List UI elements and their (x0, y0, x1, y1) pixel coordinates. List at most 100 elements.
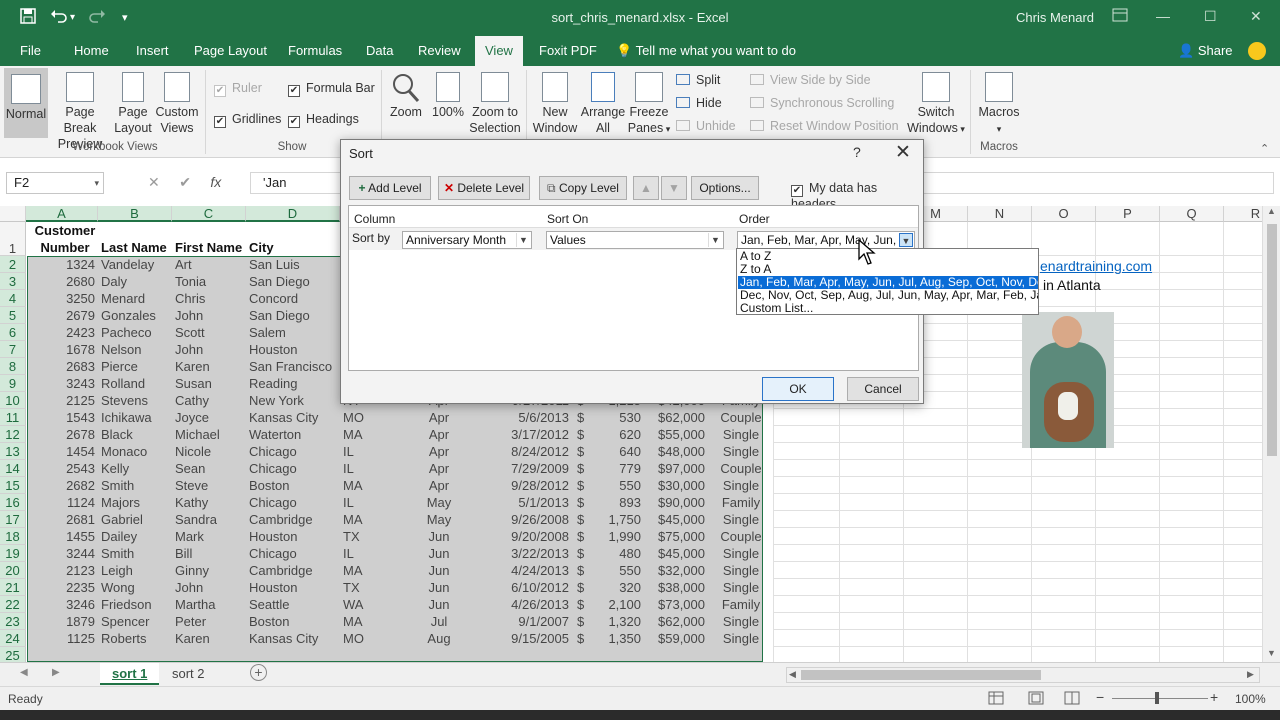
vertical-scrollbar[interactable]: ▲ ▼ (1262, 206, 1280, 662)
scroll-up-icon[interactable]: ▲ (1267, 206, 1276, 216)
zoom-slider-thumb[interactable] (1155, 692, 1159, 704)
options-button[interactable]: Options... (691, 176, 759, 200)
page-layout-view-button[interactable]: Page Layout (112, 72, 154, 136)
website-link[interactable]: enardtraining.com (1040, 258, 1152, 274)
row-header-19[interactable]: 19 (0, 545, 26, 562)
row-header-20[interactable]: 20 (0, 562, 26, 579)
row-header-25[interactable]: 25 (0, 647, 26, 662)
zoom-to-selection-button[interactable]: Zoom to Selection (468, 72, 522, 136)
order-option-z-to-a[interactable]: Z to A (738, 263, 1038, 276)
tab-foxit-pdf[interactable]: Foxit PDF (539, 36, 597, 66)
sort-on-select[interactable]: Values ▼ (546, 231, 724, 249)
sheet-prev-icon[interactable]: ◀ (20, 667, 28, 678)
freeze-panes-button[interactable]: Freeze Panes ▾ (626, 72, 672, 137)
tab-page-layout[interactable]: Page Layout (194, 36, 267, 66)
zoom-button[interactable]: Zoom (386, 72, 426, 120)
row-header-21[interactable]: 21 (0, 579, 26, 596)
row-header-16[interactable]: 16 (0, 494, 26, 511)
zoom-slider-track[interactable] (1112, 698, 1208, 699)
page-layout-icon[interactable] (1028, 691, 1044, 708)
normal-view-button[interactable]: Normal (4, 68, 48, 138)
column-header-d[interactable]: D (246, 206, 340, 222)
add-level-button[interactable]: + Add Level (349, 176, 431, 200)
cancel-entry-icon[interactable]: ✕ (148, 174, 160, 190)
ribbon-display-icon[interactable] (1112, 8, 1128, 25)
custom-views-button[interactable]: Custom Views (154, 72, 200, 136)
scroll-left-icon[interactable]: ◀ (789, 669, 796, 680)
row-header-2[interactable]: 2 (0, 256, 26, 273)
cancel-button[interactable]: Cancel (847, 377, 919, 401)
arrange-all-button[interactable]: Arrange All (580, 72, 626, 136)
row-header-3[interactable]: 3 (0, 273, 26, 290)
chevron-down-icon[interactable]: ▼ (516, 233, 530, 247)
order-option-jan-to-dec[interactable]: Jan, Feb, Mar, Apr, May, Jun, Jul, Aug, … (738, 276, 1038, 289)
order-option-dec-to-jan[interactable]: Dec, Nov, Oct, Sep, Aug, Jul, Jun, May, … (738, 289, 1038, 302)
horizontal-scrollbar[interactable]: ◀ ▶ (786, 667, 1260, 683)
header-customer-number[interactable]: Customer Number (32, 222, 98, 256)
row-header-8[interactable]: 8 (0, 358, 26, 375)
zoom-100-button[interactable]: 100% (430, 72, 466, 120)
collapse-ribbon-icon[interactable]: ⌃ (1260, 142, 1269, 155)
row-header-7[interactable]: 7 (0, 341, 26, 358)
row-header-1[interactable]: 1 (0, 222, 26, 256)
header-city[interactable]: City (249, 239, 274, 256)
row-header-14[interactable]: 14 (0, 460, 26, 477)
row-header-13[interactable]: 13 (0, 443, 26, 460)
row-header-23[interactable]: 23 (0, 613, 26, 630)
row-header-12[interactable]: 12 (0, 426, 26, 443)
confirm-entry-icon[interactable]: ✔ (179, 174, 191, 190)
tab-insert[interactable]: Insert (136, 36, 169, 66)
page-break-icon[interactable] (1064, 691, 1080, 708)
zoom-level[interactable]: 100% (1235, 692, 1266, 706)
row-header-11[interactable]: 11 (0, 409, 26, 426)
tab-formulas[interactable]: Formulas (288, 36, 342, 66)
share-button[interactable]: 👤 Share (1178, 36, 1233, 66)
row-header-9[interactable]: 9 (0, 375, 26, 392)
switch-windows-button[interactable]: Switch Windows ▾ (906, 72, 966, 137)
insert-function-icon[interactable]: fx (210, 174, 221, 190)
chevron-down-icon[interactable]: ▾ (94, 173, 99, 193)
column-header-n[interactable]: N (968, 206, 1032, 222)
row-header-10[interactable]: 10 (0, 392, 26, 409)
column-header-q[interactable]: Q (1160, 206, 1224, 222)
split-button[interactable]: Split (676, 73, 720, 87)
tab-data[interactable]: Data (366, 36, 393, 66)
tab-file[interactable]: File (20, 36, 41, 66)
normal-view-icon[interactable] (988, 691, 1004, 708)
smiley-feedback-icon[interactable] (1248, 42, 1266, 60)
close-icon[interactable]: ✕ (1250, 8, 1262, 25)
chevron-down-icon[interactable]: ▼ (899, 233, 913, 247)
column-header-o[interactable]: O (1032, 206, 1096, 222)
formula-bar-checkbox[interactable]: ✔ Formula Bar (288, 81, 375, 97)
order-option-a-to-z[interactable]: A to Z (738, 250, 1038, 263)
scroll-thumb[interactable] (1267, 224, 1277, 456)
gridlines-checkbox[interactable]: ✔ Gridlines (214, 112, 281, 128)
row-header-22[interactable]: 22 (0, 596, 26, 613)
name-box[interactable]: F2 ▾ (6, 172, 104, 194)
headings-checkbox[interactable]: ✔ Headings (288, 112, 359, 128)
move-up-button[interactable]: ▲ (633, 176, 659, 200)
column-select[interactable]: Anniversary Month ▼ (402, 231, 532, 249)
ok-button[interactable]: OK (762, 377, 834, 401)
column-header-r[interactable]: R (1224, 206, 1262, 222)
row-header-6[interactable]: 6 (0, 324, 26, 341)
move-down-button[interactable]: ▼ (661, 176, 687, 200)
row-header-17[interactable]: 17 (0, 511, 26, 528)
hscroll-thumb[interactable] (801, 670, 1041, 680)
sheet-next-icon[interactable]: ▶ (52, 667, 60, 678)
sheet-tab-sort-1[interactable]: sort 1 (100, 663, 160, 685)
column-header-b[interactable]: B (98, 206, 172, 222)
row-header-15[interactable]: 15 (0, 477, 26, 494)
order-select[interactable]: Jan, Feb, Mar, Apr, May, Jun, Ju ▼ (737, 231, 915, 249)
add-sheet-icon[interactable]: + (250, 664, 267, 681)
row-header-18[interactable]: 18 (0, 528, 26, 545)
close-icon[interactable]: ✕ (895, 141, 911, 164)
column-header-p[interactable]: P (1096, 206, 1160, 222)
maximize-icon[interactable]: ☐ (1204, 8, 1217, 25)
order-option-custom-list[interactable]: Custom List... (738, 302, 1038, 315)
scroll-right-icon[interactable]: ▶ (1247, 669, 1254, 680)
tab-view[interactable]: View (475, 36, 523, 66)
header-first-name[interactable]: First Name (175, 239, 242, 256)
profile-photo[interactable] (1022, 312, 1114, 448)
minimize-icon[interactable]: — (1156, 8, 1170, 24)
